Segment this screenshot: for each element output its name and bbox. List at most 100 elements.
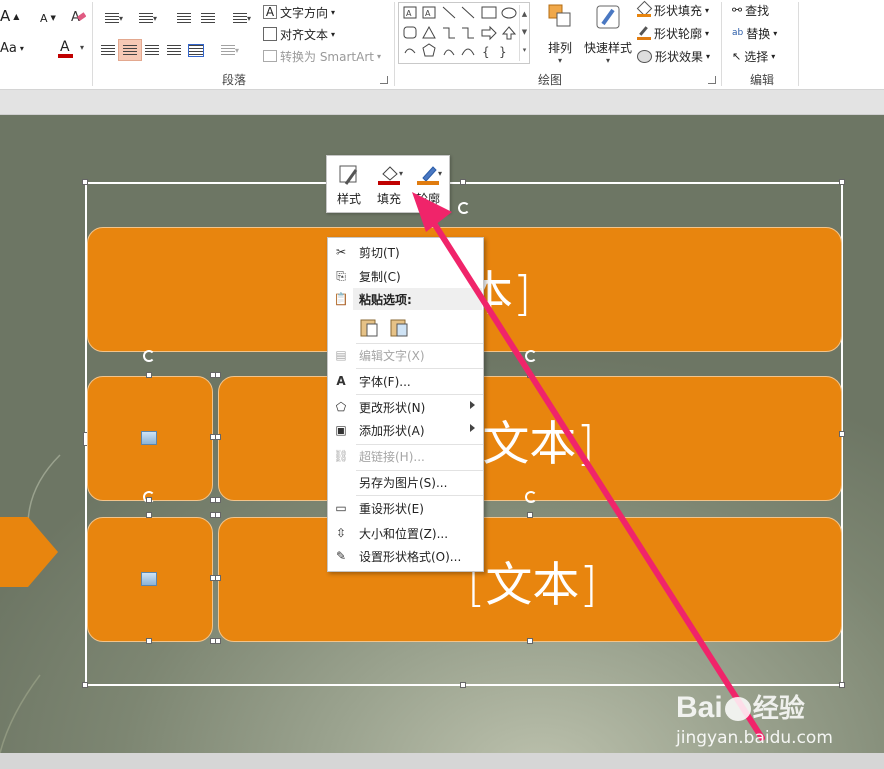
pencil-icon: ▾ xyxy=(417,164,442,186)
resize-handle[interactable] xyxy=(146,638,152,644)
select-button[interactable]: ↖ 选择 ▾ xyxy=(732,46,775,66)
watermark-url: jingyan.baidu.com xyxy=(676,728,833,748)
resize-handle[interactable] xyxy=(460,179,466,185)
rotate-handle-icon[interactable] xyxy=(525,491,537,503)
shape-outline-button[interactable]: 形状轮廓 ▾ xyxy=(637,23,709,43)
bottom-text-box[interactable]: [文本] xyxy=(218,517,842,642)
menu-item-change-shape[interactable]: ⬠ 更改形状(N) xyxy=(328,396,483,418)
font-color-dropdown-icon[interactable]: ▾ xyxy=(80,43,84,52)
middle-image-placeholder[interactable] xyxy=(87,376,213,501)
resize-handle[interactable] xyxy=(460,682,466,688)
font-color-button[interactable]: A xyxy=(56,38,78,60)
menu-item-reset-shape[interactable]: ▭ 重设形状(E) xyxy=(328,497,483,519)
menu-item-font[interactable]: A 字体(F)... xyxy=(328,370,483,392)
resize-handle[interactable] xyxy=(839,179,845,185)
drawing-group-label: 绘图 xyxy=(538,73,563,87)
svg-text:▾: ▾ xyxy=(399,169,403,178)
style-button[interactable]: 样式 xyxy=(330,158,368,210)
rotate-handle-icon[interactable] xyxy=(458,202,470,214)
outline-button[interactable]: ▾ 轮廓 xyxy=(409,158,447,210)
resize-handle[interactable] xyxy=(82,179,88,185)
resize-handle[interactable] xyxy=(215,638,221,644)
picture-icon[interactable] xyxy=(141,572,157,586)
paste-picture-icon xyxy=(390,319,408,337)
ribbon: A ▲ A ▼ A Aa ▾ A ▾ ▾ ▾ ▾ A 文字方向 ▾ 对齐文本 ▾ 转换为 … xyxy=(0,0,884,90)
shrink-font-button[interactable]: A ▼ xyxy=(40,8,56,28)
menu-item-add-shape[interactable]: ▣ 添加形状(A) xyxy=(328,419,483,441)
format-shape-icon: ✎ xyxy=(335,549,347,563)
svg-text:▾: ▾ xyxy=(438,169,442,178)
align-left-button[interactable] xyxy=(99,40,117,60)
picture-icon[interactable] xyxy=(141,431,157,445)
menu-item-hyperlink[interactable]: ⛓ 超链接(H)... xyxy=(328,445,483,467)
paste-keep-format-button[interactable] xyxy=(358,315,380,339)
justify-button[interactable] xyxy=(165,40,183,60)
resize-handle[interactable] xyxy=(215,512,221,518)
resize-handle[interactable] xyxy=(215,497,221,503)
convert-smartart-button[interactable]: 转换为 SmartArt ▾ xyxy=(263,46,381,66)
submenu-arrow-icon xyxy=(470,401,475,409)
left-arrow-shape xyxy=(0,517,58,587)
resize-handle[interactable] xyxy=(527,638,533,644)
resize-handle[interactable] xyxy=(839,431,845,437)
editing-group-label: 编辑 xyxy=(750,73,775,87)
mini-toolbar: 样式 ▾ 填充 ▾ 轮廓 xyxy=(326,155,450,213)
quick-styles-icon xyxy=(596,5,620,29)
change-shape-icon: ⬠ xyxy=(335,400,347,414)
bottom-image-placeholder[interactable] xyxy=(87,517,213,642)
quick-styles-button[interactable]: 快速样式 ▾ xyxy=(582,2,634,65)
arrange-button[interactable]: 排列 ▾ xyxy=(544,2,576,65)
paragraph-launcher-icon[interactable] xyxy=(380,76,388,84)
text-direction-button[interactable]: A 文字方向 ▾ xyxy=(263,2,335,22)
resize-handle[interactable] xyxy=(215,372,221,378)
clear-format-icon[interactable]: A xyxy=(70,8,87,25)
align-center-button[interactable] xyxy=(118,39,142,61)
resize-handle[interactable] xyxy=(146,372,152,378)
resize-handle[interactable] xyxy=(527,372,533,378)
align-text-icon xyxy=(263,27,277,41)
paste-picture-button[interactable] xyxy=(388,315,410,339)
resize-handle[interactable] xyxy=(215,434,221,440)
menu-item-edit-text[interactable]: ▤ 编辑文字(X) xyxy=(328,344,483,366)
resize-handle[interactable] xyxy=(146,497,152,503)
replace-button[interactable]: ab 替换 ▾ xyxy=(732,23,777,43)
fill-button[interactable]: ▾ 填充 xyxy=(370,158,408,210)
menu-item-size-position[interactable]: ⇳ 大小和位置(Z)... xyxy=(328,522,483,544)
align-right-button[interactable] xyxy=(143,40,161,60)
columns-button[interactable]: ▾ xyxy=(216,40,244,60)
align-text-button[interactable]: 对齐文本 ▾ xyxy=(263,24,335,44)
find-button[interactable]: ⚯ 查找 xyxy=(732,0,769,20)
change-case-button[interactable]: Aa ▾ xyxy=(0,38,24,58)
shape-effects-icon xyxy=(637,49,652,63)
distributed-button[interactable] xyxy=(187,40,205,60)
menu-item-copy[interactable]: ⎘ 复制(C) xyxy=(328,265,483,287)
shapes-gallery[interactable]: A A { } ▲ ▼ ▾ xyxy=(398,2,530,64)
scissors-icon: ✂ xyxy=(335,245,347,259)
resize-handle[interactable] xyxy=(82,682,88,688)
shape-effects-button[interactable]: 形状效果 ▾ xyxy=(637,46,710,66)
edit-text-icon: ▤ xyxy=(335,348,347,362)
numbering-button[interactable]: ▾ xyxy=(134,8,162,28)
drawing-launcher-icon[interactable] xyxy=(708,76,716,84)
copy-icon: ⎘ xyxy=(336,269,346,283)
context-menu: ✂ 剪切(T) ⎘ 复制(C) 📋 粘贴选项: ▤ 编辑文字(X) A 字体(F… xyxy=(327,237,484,572)
rotate-handle-icon[interactable] xyxy=(525,350,537,362)
menu-item-save-as-picture[interactable]: 另存为图片(S)... xyxy=(328,471,483,493)
bottom-box-text: [文本] xyxy=(467,558,598,613)
decrease-indent-button[interactable] xyxy=(174,8,194,28)
shape-fill-button[interactable]: 形状填充 ▾ xyxy=(636,0,709,20)
menu-item-format-shape[interactable]: ✎ 设置形状格式(O)... xyxy=(328,545,483,567)
menu-item-cut[interactable]: ✂ 剪切(T) xyxy=(328,241,483,263)
increase-indent-button[interactable] xyxy=(198,8,218,28)
resize-handle[interactable] xyxy=(146,512,152,518)
shape-style-icon xyxy=(338,164,360,186)
line-spacing-button[interactable]: ▾ xyxy=(228,8,256,28)
resize-handle[interactable] xyxy=(215,575,221,581)
middle-text-box[interactable]: [文本] xyxy=(218,376,842,501)
paste-options-header: 📋 粘贴选项: xyxy=(328,288,483,310)
resize-handle[interactable] xyxy=(527,512,533,518)
bullets-button[interactable]: ▾ xyxy=(100,8,128,28)
rotate-handle-icon[interactable] xyxy=(143,350,155,362)
grow-font-button[interactable]: A ▲ xyxy=(0,6,19,26)
svg-text:}: } xyxy=(499,45,507,59)
